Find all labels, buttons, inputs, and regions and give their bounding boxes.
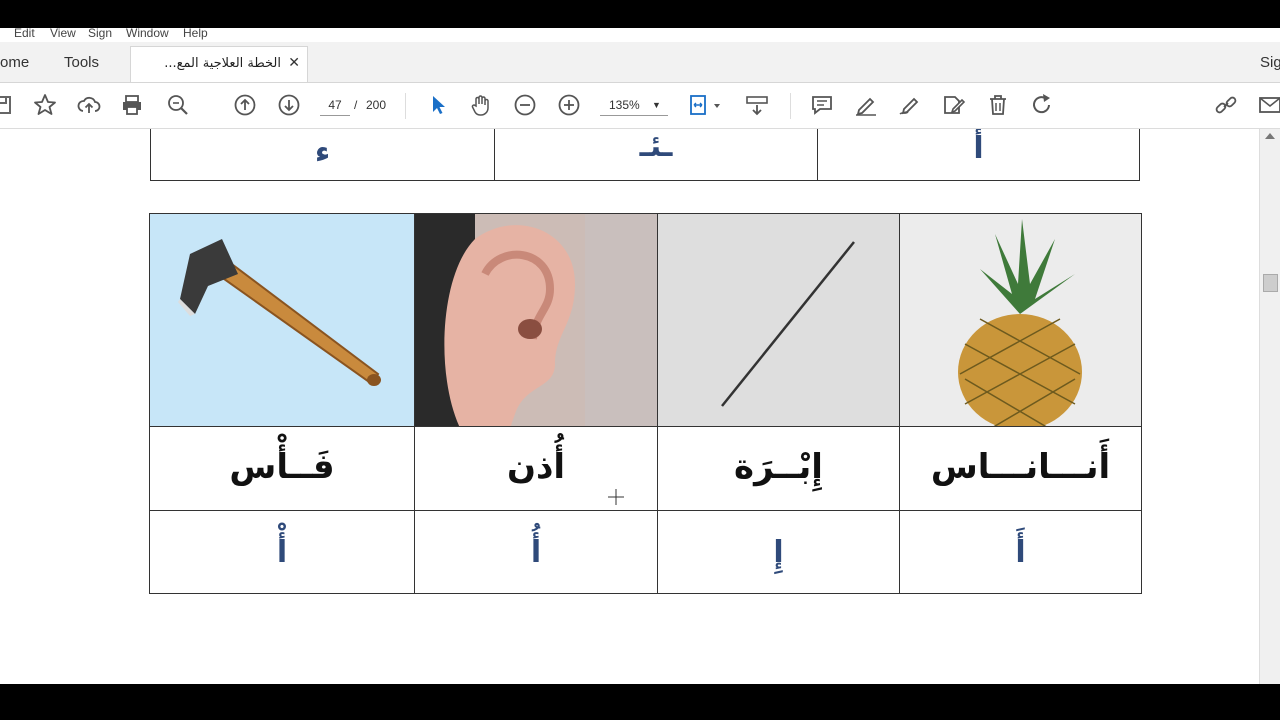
- zoom-out-icon[interactable]: [513, 93, 537, 117]
- word-axe: فَــأْس: [229, 447, 335, 487]
- scroll-up-icon[interactable]: [1265, 133, 1275, 139]
- previous-page-icon[interactable]: [233, 93, 257, 117]
- save-icon[interactable]: [0, 93, 14, 117]
- edit-document-icon[interactable]: [942, 93, 966, 117]
- letter-cell: إِ: [657, 510, 900, 594]
- select-cursor-icon[interactable]: [426, 93, 450, 117]
- top-row-cell: ء: [150, 129, 495, 181]
- scroll-thumb[interactable]: [1263, 274, 1278, 292]
- chevron-down-icon: ▼: [652, 100, 661, 110]
- word-pineapple: أَنـــانـــاس: [930, 447, 1111, 487]
- tab-home[interactable]: ome: [0, 54, 29, 71]
- picture-cell-ear: [414, 213, 658, 427]
- top-row-cell: ـئـ: [494, 129, 818, 181]
- axe-image: [178, 239, 381, 386]
- letter-pineapple: أَ: [1015, 535, 1026, 570]
- letter-needle: إِ: [773, 535, 784, 570]
- bookmark-star-icon[interactable]: [33, 93, 57, 117]
- menu-edit[interactable]: Edit: [14, 28, 35, 40]
- email-icon[interactable]: [1258, 93, 1280, 117]
- upload-cloud-icon[interactable]: [77, 93, 101, 117]
- word-cell: فَــأْس: [149, 426, 415, 511]
- main-toolbar: 47 / 200 135% ▼: [0, 83, 1280, 129]
- picture-cell-axe: [149, 213, 415, 427]
- delete-trash-icon[interactable]: [986, 93, 1010, 117]
- letter-cell: أُ: [414, 510, 658, 594]
- zoom-level-value: 135%: [609, 98, 640, 112]
- bottom-black-band: [0, 684, 1280, 720]
- top-row-letter: أ: [973, 131, 984, 166]
- zoom-search-icon[interactable]: [166, 93, 190, 117]
- draw-pencil-icon[interactable]: [898, 93, 922, 117]
- share-link-icon[interactable]: [1214, 93, 1238, 117]
- picture-cell-pineapple: [899, 213, 1142, 427]
- needle-image: [721, 241, 855, 407]
- toolbar-divider: [405, 93, 406, 119]
- zoom-level-select[interactable]: 135% ▼: [600, 95, 668, 116]
- print-icon[interactable]: [120, 93, 144, 117]
- letter-cell: أَ: [899, 510, 1142, 594]
- top-row-letter: ء: [314, 135, 331, 170]
- redo-icon[interactable]: [1030, 93, 1054, 117]
- current-page-input[interactable]: 47: [320, 95, 350, 116]
- scroll-mode-icon[interactable]: [745, 93, 769, 117]
- tab-sign[interactable]: Sig: [1260, 54, 1280, 71]
- letter-axe: أْ: [276, 535, 288, 570]
- menu-bar: Edit View Sign Window Help: [0, 28, 1280, 42]
- top-row-letter: ـئـ: [639, 129, 673, 164]
- letter-ear: أُ: [530, 535, 542, 570]
- document-tab-title: الخطة العلاجية المع...: [164, 56, 281, 71]
- menu-view[interactable]: View: [50, 28, 76, 40]
- tab-tools[interactable]: Tools: [64, 54, 99, 71]
- hand-pan-icon[interactable]: [469, 93, 493, 117]
- menu-window[interactable]: Window: [126, 28, 169, 40]
- tab-document[interactable]: الخطة العلاجية المع... ✕: [130, 46, 308, 82]
- fit-page-icon[interactable]: [688, 93, 724, 117]
- ear-image: [415, 214, 657, 426]
- letter-cell: أْ: [149, 510, 415, 594]
- toolbar-divider: [790, 93, 791, 119]
- word-ear: أُذن: [506, 447, 566, 487]
- word-needle: إِبْــرَة: [734, 447, 823, 487]
- comment-icon[interactable]: [810, 93, 834, 117]
- crosshair-cursor-icon: [608, 489, 624, 505]
- menu-help[interactable]: Help: [183, 28, 208, 40]
- pineapple-image: [958, 219, 1082, 426]
- word-cell: أَنـــانـــاس: [899, 426, 1142, 511]
- next-page-icon[interactable]: [277, 93, 301, 117]
- vertical-scrollbar[interactable]: [1259, 129, 1280, 684]
- close-tab-icon[interactable]: ✕: [288, 55, 300, 71]
- top-row-cell: أ: [817, 129, 1140, 181]
- tab-bar: ome Tools الخطة العلاجية المع... ✕ ? Sig: [0, 42, 1280, 116]
- zoom-in-icon[interactable]: [557, 93, 581, 117]
- menu-sign[interactable]: Sign: [88, 28, 112, 40]
- total-pages: 200: [366, 98, 387, 112]
- page-separator: /: [354, 98, 358, 112]
- word-cell: إِبْــرَة: [657, 426, 900, 511]
- picture-cell-needle: [657, 213, 900, 427]
- highlight-pen-icon[interactable]: [854, 93, 878, 117]
- document-viewport[interactable]: ء ـئـ أ فَــأْس أُذن إِبْــرَة أَنـــانـ…: [0, 129, 1259, 684]
